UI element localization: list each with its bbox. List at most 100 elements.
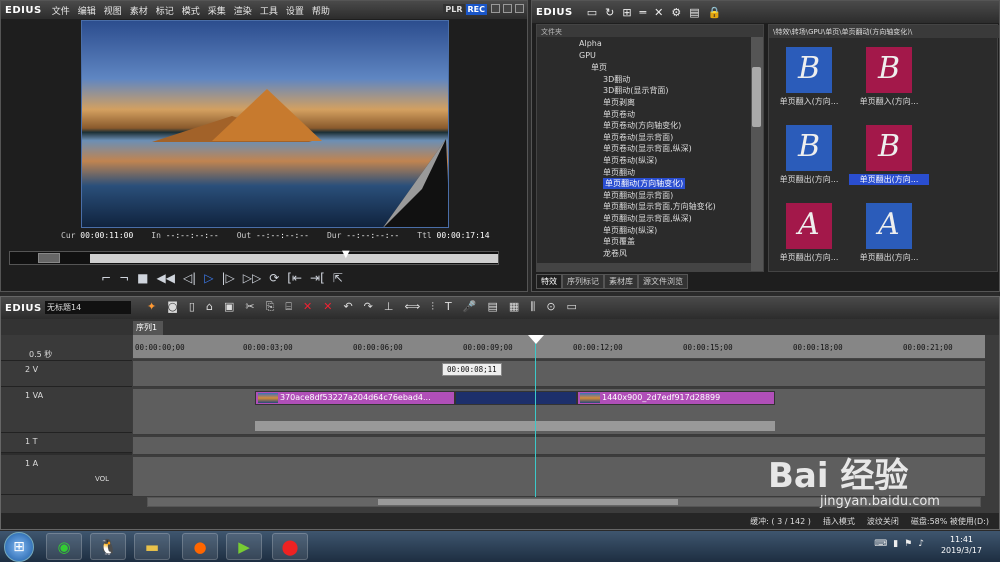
taskbar-app-recorder[interactable]: ⬤ — [272, 533, 308, 560]
scrub-bar[interactable]: ▼ — [9, 249, 499, 265]
shuttle-handle[interactable] — [38, 253, 60, 263]
set-out-icon[interactable]: ¬ — [119, 271, 129, 285]
video-clip-2[interactable]: 1440x900_2d7edf917d28899 — [577, 391, 775, 405]
delete-icon[interactable]: ✕ — [654, 6, 663, 19]
playhead-line[interactable] — [535, 335, 536, 497]
menu-clip[interactable]: 素材 — [126, 4, 152, 17]
tree-item[interactable]: 单页翻动(方向轴变化) — [603, 178, 686, 190]
effect-clip[interactable]: B 单页翻出(方向... — [769, 125, 849, 185]
plr-rec-toggle[interactable]: PLR REC — [443, 4, 487, 15]
view-icon[interactable]: ▤ — [689, 6, 699, 19]
tree-item[interactable]: 单页翻动 — [603, 167, 635, 178]
snapshot-icon[interactable]: ◙ — [167, 300, 178, 314]
close-icon[interactable] — [515, 4, 524, 13]
effect-clip[interactable]: B 单页翻入(方向... — [769, 47, 849, 107]
undo-icon[interactable]: ↶ — [343, 300, 352, 314]
tree-item[interactable]: 单页卷动(纵深) — [603, 155, 657, 166]
stop-icon[interactable]: ■ — [137, 271, 148, 285]
tab-source-browser[interactable]: 源文件浏览 — [638, 274, 688, 289]
insert-icon[interactable]: [⇤ — [287, 271, 302, 285]
maximize-icon[interactable] — [503, 4, 512, 13]
effect-clip[interactable]: A 单页翻出(方向... — [849, 203, 929, 263]
plr-button[interactable]: PLR — [443, 4, 465, 15]
start-button[interactable]: ⊞ — [4, 532, 34, 562]
position-pin-icon[interactable]: ▼ — [342, 249, 350, 260]
tree-scrollbar[interactable] — [751, 37, 763, 271]
tree-item[interactable]: 单页剥离 — [603, 97, 635, 108]
audio-part-bar[interactable] — [255, 421, 775, 431]
timeline-scroll-thumb[interactable] — [378, 499, 678, 505]
menu-mode[interactable]: 模式 — [178, 4, 204, 17]
track-2v[interactable] — [133, 361, 985, 387]
track-header-1t[interactable]: 1 T — [1, 433, 132, 453]
render-icon[interactable]: ▤ — [487, 300, 497, 314]
tab-sequence-1[interactable]: 序列1 — [133, 321, 163, 335]
step-back-icon[interactable]: ◁| — [183, 271, 196, 285]
tree-item[interactable]: 单页卷动(显示背面) — [603, 132, 673, 143]
title-icon[interactable]: T — [445, 300, 452, 314]
tree-item[interactable]: 单页 — [591, 62, 607, 73]
tree-item[interactable]: 3D翻动(显示背面) — [603, 85, 669, 96]
effect-clip[interactable]: A 单页翻出(方向... — [769, 203, 849, 263]
export-icon[interactable]: ⇱ — [333, 271, 343, 285]
marker-icon[interactable]: ⊥ — [384, 300, 394, 314]
copy-icon[interactable]: ⎘ — [266, 300, 275, 314]
tree-item[interactable]: 单页翻动(显示背面,方向轴变化) — [603, 201, 716, 212]
paste-icon[interactable]: ⌸ — [285, 300, 292, 314]
menu-settings[interactable]: 设置 — [282, 4, 308, 17]
network-icon[interactable]: ▮ — [893, 539, 898, 549]
video-clip-1[interactable]: 370ace8df53227a204d64c76ebad4... — [255, 391, 455, 405]
tab-library[interactable]: 素材库 — [604, 274, 638, 289]
taskbar-app-qq[interactable]: 🐧 — [90, 533, 126, 560]
ripple-delete-icon[interactable]: ✕ — [323, 300, 332, 314]
ripple-mode[interactable]: 波纹关闭 — [867, 516, 899, 527]
redo-icon[interactable]: ↷ — [364, 300, 373, 314]
new-folder-icon[interactable]: ⊞ — [622, 6, 631, 19]
taskbar-app-360[interactable]: ◉ — [46, 533, 82, 560]
properties-icon[interactable]: ⚙ — [671, 6, 681, 19]
tree-item[interactable]: 单页卷动(方向轴变化) — [603, 120, 681, 131]
cut-icon[interactable]: ✂ — [245, 300, 254, 314]
track-header-2v[interactable]: 2 V — [1, 361, 132, 387]
rec-button[interactable]: REC — [465, 4, 487, 15]
tree-item[interactable]: GPU — [579, 51, 596, 60]
menu-edit[interactable]: 编辑 — [74, 4, 100, 17]
tree-h-scrollbar[interactable] — [537, 263, 751, 271]
grid-icon[interactable]: ▦ — [509, 300, 519, 314]
effect-clip[interactable]: B 单页翻入(方向... — [849, 47, 929, 107]
folder-icon[interactable]: ▭ — [587, 6, 597, 19]
tree-item[interactable]: 3D翻动 — [603, 74, 630, 85]
delete-clip-icon[interactable]: ✕ — [303, 300, 312, 314]
vol-label[interactable]: VOL — [95, 475, 109, 483]
overwrite-icon[interactable]: ⇥[ — [310, 271, 325, 285]
tree-item[interactable]: 龙卷风 — [603, 248, 627, 259]
link-icon[interactable]: ⟺ — [404, 300, 420, 314]
menu-help[interactable]: 帮助 — [308, 4, 334, 17]
tree-item[interactable]: 单页翻动(显示背面) — [603, 190, 673, 201]
flag-icon[interactable]: ⚑ — [904, 539, 912, 549]
fast-forward-icon[interactable]: ▷▷ — [243, 271, 261, 285]
track-header-1va[interactable]: 1 VA — [1, 387, 132, 433]
rewind-icon[interactable]: ◀◀ — [156, 271, 174, 285]
step-forward-icon[interactable]: |▷ — [221, 271, 234, 285]
clock[interactable]: 11:41 2019/3/17 — [941, 534, 982, 556]
play-icon[interactable]: ▷ — [204, 271, 213, 285]
menu-capture[interactable]: 采集 — [204, 4, 230, 17]
tab-sequence-markers[interactable]: 序列标记 — [562, 274, 604, 289]
menu-render[interactable]: 渲染 — [230, 4, 256, 17]
menu-marker[interactable]: 标记 — [152, 4, 178, 17]
tree-scroll-thumb[interactable] — [752, 67, 761, 127]
tree-item[interactable]: 单页覆盖 — [603, 236, 635, 247]
layout-icon[interactable]: ▭ — [567, 300, 577, 314]
lock-icon[interactable]: 🔒 — [708, 6, 722, 19]
track-header-1a[interactable]: 1 A VOL — [1, 455, 132, 495]
insert-mode[interactable]: 插入模式 — [823, 516, 855, 527]
volume-icon[interactable]: ♪ — [918, 539, 924, 549]
track-1va[interactable]: 370ace8df53227a204d64c76ebad4... 1440x90… — [133, 389, 985, 435]
record-icon[interactable]: ⊙ — [546, 300, 555, 314]
split-icon[interactable]: ⫶ — [431, 300, 434, 314]
open-icon[interactable]: ⌂ — [206, 300, 213, 314]
tree-item[interactable]: 单页卷动 — [603, 109, 635, 120]
set-in-icon[interactable]: ⌐ — [101, 271, 111, 285]
magic-icon[interactable]: ✦ — [147, 300, 156, 314]
